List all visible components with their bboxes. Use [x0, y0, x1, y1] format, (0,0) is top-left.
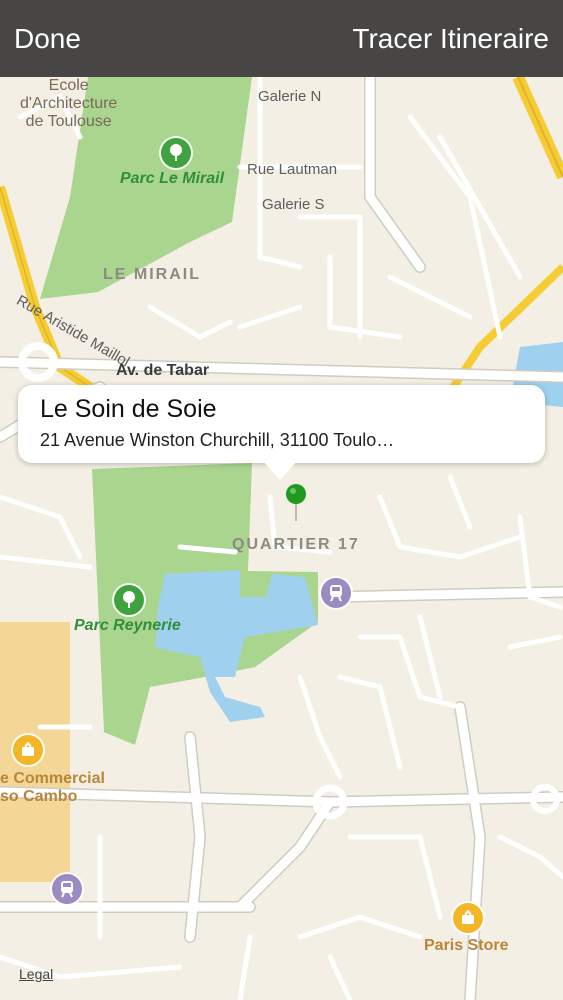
school-label: Ecole d'Architecture de Toulouse — [20, 77, 117, 131]
tree-icon[interactable] — [161, 138, 191, 168]
place-callout[interactable]: Le Soin de Soie 21 Avenue Winston Church… — [18, 385, 545, 463]
lake-area — [155, 570, 318, 722]
street-galerie-n-label: Galerie N — [258, 88, 322, 105]
commercial-label-line2: so Cambo — [0, 788, 78, 805]
map-view[interactable]: Ecole d'Architecture de Toulouse Parc Le… — [0, 77, 563, 1000]
shopping-basket-icon[interactable] — [453, 903, 483, 933]
route-button[interactable]: Tracer Itineraire — [352, 22, 549, 56]
park-reynerie-label: Parc Reynerie — [74, 617, 181, 634]
park-le-mirail-label: Parc Le Mirail — [120, 170, 225, 187]
street-galerie-s-label: Galerie S — [262, 196, 325, 213]
done-button[interactable]: Done — [14, 22, 81, 56]
school-label-line3: de Toulouse — [25, 113, 112, 130]
shopping-basket-icon[interactable] — [13, 735, 43, 765]
commercial-center-label: e Commercial so Cambo — [0, 770, 105, 806]
school-label-line1: Ecole — [48, 77, 89, 94]
callout-address: 21 Avenue Winston Churchill, 31100 Toulo… — [40, 430, 395, 450]
callout-title: Le Soin de Soie — [40, 395, 217, 423]
street-av-de-tabar-label: Av. de Tabar — [116, 362, 210, 379]
district-le-mirail-label: LE MIRAIL — [103, 266, 201, 283]
navigation-bar: Done Tracer Itineraire — [0, 0, 563, 77]
callout-pointer — [262, 460, 298, 480]
paris-store-label: Paris Store — [424, 937, 509, 954]
map-pin-icon[interactable] — [284, 483, 308, 523]
legal-link[interactable]: Legal — [19, 966, 53, 982]
district-quartier-17-label: QUARTIER 17 — [232, 536, 360, 553]
tram-icon[interactable] — [52, 874, 82, 904]
tree-icon[interactable] — [114, 585, 144, 615]
tram-icon[interactable] — [321, 578, 351, 608]
school-label-line2: d'Architecture — [20, 95, 118, 112]
commercial-label-line1: e Commercial — [0, 770, 105, 787]
street-rue-lautman-label: Rue Lautman — [247, 161, 338, 178]
